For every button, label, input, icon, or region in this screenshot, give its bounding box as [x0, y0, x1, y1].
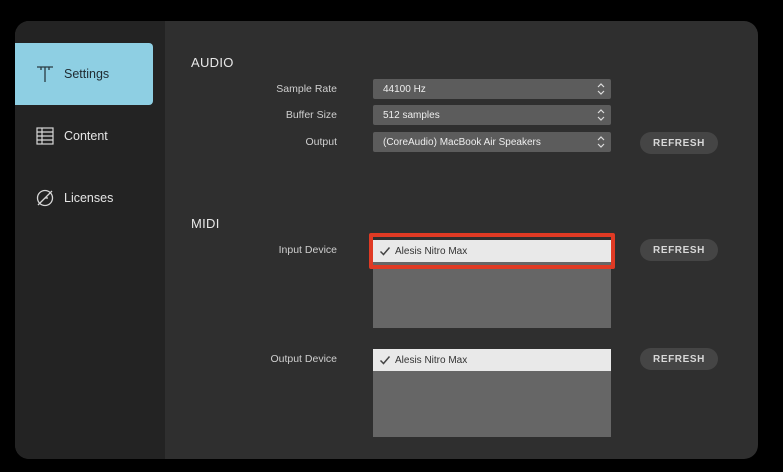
input-device-item-label: Alesis Nitro Max — [395, 245, 468, 257]
output-device-item[interactable]: Alesis Nitro Max — [373, 349, 611, 371]
audio-section-title: AUDIO — [191, 55, 234, 70]
output-device-list[interactable]: Alesis Nitro Max — [373, 349, 611, 437]
midi-output-refresh-button[interactable]: REFRESH — [640, 348, 718, 370]
sidebar: Settings Content Licenses — [15, 21, 165, 459]
output-device-item-label: Alesis Nitro Max — [395, 354, 468, 366]
sidebar-item-settings[interactable]: Settings — [15, 43, 153, 105]
sidebar-item-label: Settings — [64, 67, 110, 81]
output-device-label: Output Device — [270, 353, 337, 365]
buffer-size-label: Buffer Size — [285, 109, 337, 121]
sample-rate-label: Sample Rate — [276, 83, 337, 95]
list-icon — [35, 126, 55, 146]
chevron-updown-icon — [597, 109, 605, 121]
sample-rate-value: 44100 Hz — [383, 83, 426, 95]
sidebar-item-content[interactable]: Content — [15, 105, 153, 167]
output-select[interactable]: (CoreAudio) MacBook Air Speakers — [373, 132, 611, 152]
midi-section-title: MIDI — [191, 216, 220, 231]
chevron-updown-icon — [597, 136, 605, 148]
sidebar-item-label: Licenses — [64, 191, 114, 205]
buffer-size-value: 512 samples — [383, 109, 440, 121]
input-refresh-button[interactable]: REFRESH — [640, 239, 718, 261]
input-device-item[interactable]: Alesis Nitro Max — [373, 240, 611, 262]
input-device-list[interactable]: Alesis Nitro Max — [373, 240, 611, 328]
output-value: (CoreAudio) MacBook Air Speakers — [383, 136, 541, 148]
output-refresh-button[interactable]: REFRESH — [640, 132, 718, 154]
chevron-updown-icon — [597, 83, 605, 95]
input-device-label: Input Device — [278, 244, 337, 256]
checkmark-icon — [379, 245, 391, 257]
buffer-size-select[interactable]: 512 samples — [373, 105, 611, 125]
sidebar-item-licenses[interactable]: Licenses — [15, 167, 153, 229]
checkmark-icon — [379, 354, 391, 366]
settings-window: Settings Content Licenses AUDIO Sample R… — [15, 21, 758, 459]
output-label: Output — [305, 136, 337, 148]
tuning-fork-icon — [35, 64, 55, 84]
sidebar-item-label: Content — [64, 129, 108, 143]
license-icon — [35, 188, 55, 208]
sample-rate-select[interactable]: 44100 Hz — [373, 79, 611, 99]
